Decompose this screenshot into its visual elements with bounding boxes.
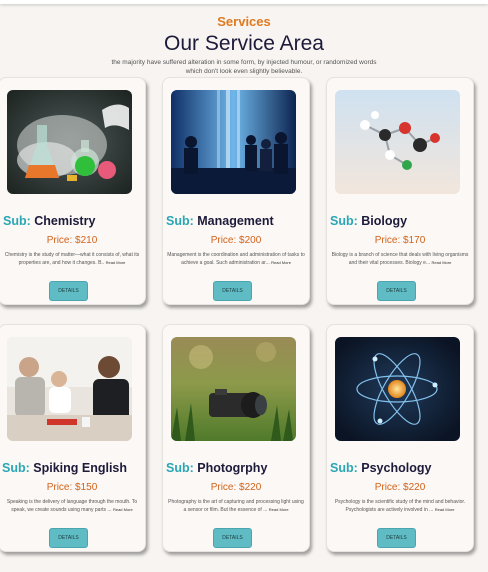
card-price: Price: $200 bbox=[210, 235, 262, 246]
chemistry-lab-image bbox=[7, 90, 132, 194]
subject-name: Psychology bbox=[361, 461, 432, 475]
card-title: Sub: Spiking English bbox=[2, 461, 162, 475]
details-button[interactable]: DETAILS bbox=[49, 281, 88, 301]
sub-prefix: Sub: bbox=[330, 461, 358, 475]
card-description: Speaking is the delivery of language thr… bbox=[3, 499, 141, 521]
section-title: Our Service Area bbox=[164, 32, 324, 55]
camera-on-grass-image bbox=[171, 337, 296, 441]
service-card-biology: Sub: Biology Price: $170 Biology is a br… bbox=[326, 77, 474, 305]
card-description: Psychology is the scientific study of th… bbox=[331, 499, 469, 521]
card-description: Management is the coordination and admin… bbox=[167, 252, 305, 274]
card-price: Price: $220 bbox=[210, 482, 262, 493]
service-card-chemistry: Sub: Chemistry Price: $210 Chemistry is … bbox=[0, 77, 146, 305]
card-description: Chemistry is the study of matter—what it… bbox=[3, 252, 141, 274]
service-card-photogrphy: Sub: Photogrphy Price: $220 Photography … bbox=[162, 324, 310, 552]
details-button[interactable]: DETAILS bbox=[213, 281, 252, 301]
card-title: Sub: Chemistry bbox=[3, 214, 163, 228]
conversation-image bbox=[7, 337, 132, 441]
details-button[interactable]: DETAILS bbox=[377, 281, 416, 301]
sub-prefix: Sub: bbox=[166, 214, 194, 228]
sub-prefix: Sub: bbox=[2, 461, 30, 475]
service-card-management: Sub: Management Price: $200 Management i… bbox=[162, 77, 310, 305]
card-title: Sub: Biology bbox=[330, 214, 488, 228]
read-more-link[interactable]: Read More bbox=[435, 507, 455, 512]
card-description: Biology is a branch of science that deal… bbox=[331, 252, 469, 274]
read-more-link[interactable]: Read More bbox=[113, 507, 133, 512]
service-card-psychology: Sub: Psychology Price: $220 Psychology i… bbox=[326, 324, 474, 552]
card-title: Sub: Photogrphy bbox=[166, 461, 326, 475]
card-price: Price: $210 bbox=[46, 235, 98, 246]
sub-prefix: Sub: bbox=[3, 214, 31, 228]
card-description: Photography is the art of capturing and … bbox=[167, 499, 305, 521]
read-more-link[interactable]: Read More bbox=[432, 260, 452, 265]
section-header: Services Our Service Area the majority h… bbox=[0, 14, 488, 76]
card-price: Price: $220 bbox=[374, 482, 426, 493]
card-price: Price: $170 bbox=[374, 235, 426, 246]
details-button[interactable]: DETAILS bbox=[49, 528, 88, 548]
read-more-link[interactable]: Read More bbox=[106, 260, 126, 265]
subject-name: Photogrphy bbox=[197, 461, 268, 475]
card-title: Sub: Management bbox=[166, 214, 326, 228]
top-bar bbox=[0, 0, 488, 4]
subject-name: Chemistry bbox=[34, 214, 96, 228]
subject-name: Biology bbox=[361, 214, 408, 228]
subject-name: Management bbox=[197, 214, 274, 228]
section-eyebrow: Services bbox=[217, 14, 271, 29]
card-price: Price: $150 bbox=[46, 482, 98, 493]
read-more-link[interactable]: Read More bbox=[269, 507, 289, 512]
sub-prefix: Sub: bbox=[330, 214, 358, 228]
read-more-link[interactable]: Read More bbox=[271, 260, 291, 265]
sub-prefix: Sub: bbox=[166, 461, 194, 475]
section-subtitle: the majority have suffered alteration in… bbox=[111, 59, 377, 75]
subject-name: Spiking English bbox=[33, 461, 128, 475]
details-button[interactable]: DETAILS bbox=[213, 528, 252, 548]
details-button[interactable]: DETAILS bbox=[377, 528, 416, 548]
business-meeting-image bbox=[171, 90, 296, 194]
service-card-spiking-english: Sub: Spiking English Price: $150 Speakin… bbox=[0, 324, 146, 552]
molecule-model-image bbox=[335, 90, 460, 194]
atom-image bbox=[335, 337, 460, 441]
card-title: Sub: Psychology bbox=[330, 461, 488, 475]
